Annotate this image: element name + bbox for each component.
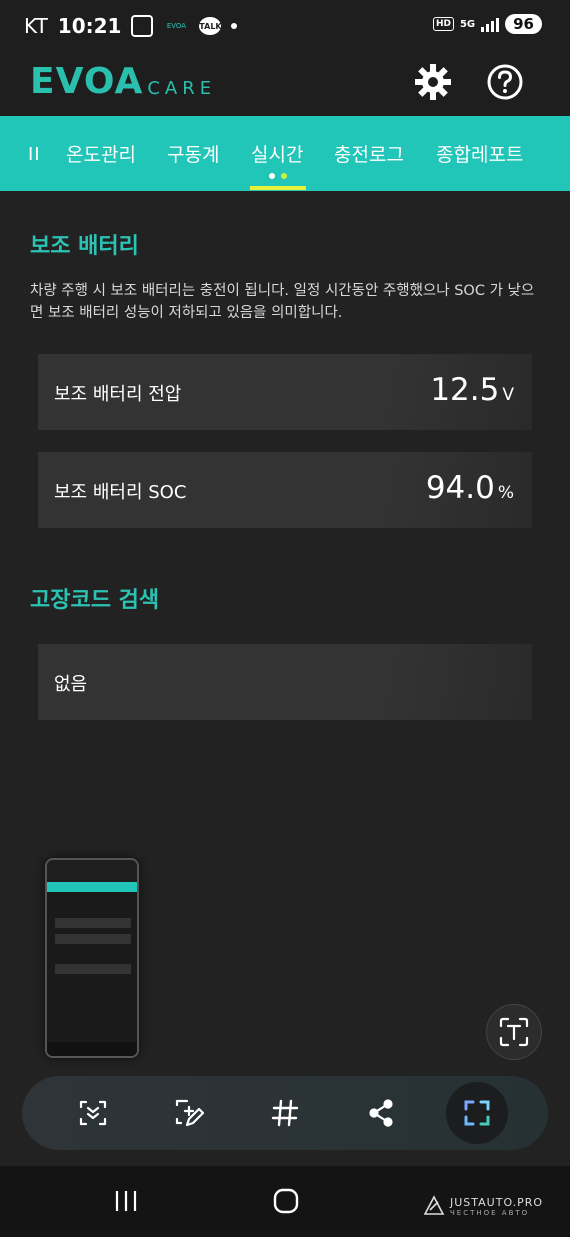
gear-icon	[415, 64, 451, 100]
pager-dot	[281, 173, 287, 179]
fault-code-result: 없음	[54, 674, 88, 695]
tab-realtime[interactable]: 실시간	[251, 140, 303, 167]
voltage-unit: V	[502, 385, 514, 405]
text-extract-button[interactable]	[486, 1004, 542, 1060]
signal-icon	[481, 16, 500, 32]
logo-main-text: EVOA	[30, 61, 144, 102]
active-tab-indicator	[250, 186, 306, 190]
aux-battery-title: 보조 배터리	[30, 234, 139, 259]
tab-bar: II 온도관리 구동계 실시간 충전로그 종합레포트	[0, 116, 570, 191]
evoa-notification-icon: EVOA	[166, 22, 187, 30]
thumb-header	[47, 860, 137, 882]
scroll-capture-button[interactable]	[70, 1090, 116, 1136]
logo-sub-text: CARE	[147, 78, 217, 99]
soc-value-group: 94.0 %	[426, 470, 514, 506]
evoa-care-logo: EVOA CARE	[30, 64, 216, 100]
network-type: 5G	[459, 18, 476, 30]
share-button[interactable]	[358, 1090, 404, 1136]
pager-dot	[269, 173, 275, 179]
app-header: EVOA CARE	[0, 56, 570, 116]
clock: 10:21	[57, 14, 122, 38]
soc-unit: %	[497, 483, 514, 503]
help-icon	[487, 64, 523, 100]
tab-total-report[interactable]: 종합레포트	[436, 140, 523, 167]
draw-icon	[175, 1099, 205, 1127]
tab-drivetrain[interactable]: 구동계	[167, 140, 219, 167]
notification-dot-icon	[231, 23, 238, 29]
thumb-tabbar	[47, 882, 137, 892]
home-icon	[273, 1188, 299, 1214]
recent-apps-icon	[115, 1191, 137, 1211]
status-left: KT 10:21 EVOA TALK	[24, 14, 238, 38]
status-bar: KT 10:21 EVOA TALK HD 5G 96	[0, 0, 570, 56]
settings-button[interactable]	[413, 62, 453, 102]
hashtag-button[interactable]	[262, 1090, 308, 1136]
kakaotalk-icon: TALK	[199, 17, 222, 35]
recent-apps-button[interactable]	[106, 1186, 146, 1216]
watermark-sub-text: ЧЕСТНОЕ АВТО	[450, 1208, 530, 1217]
draw-button[interactable]	[166, 1090, 212, 1136]
scroll-capture-icon	[79, 1100, 107, 1126]
fault-code-title: 고장코드 검색	[30, 588, 160, 613]
battery-level: 96	[505, 14, 542, 34]
screenshot-thumbnail[interactable]	[45, 858, 139, 1058]
pager-dots	[269, 173, 287, 179]
text-extract-icon	[499, 1017, 529, 1047]
voltage-value-group: 12.5 V	[430, 372, 514, 408]
hashtag-icon	[271, 1099, 299, 1127]
aux-battery-description: 차량 주행 시 보조 배터리는 충전이 됩니다. 일정 시간동안 주행했으나 S…	[30, 283, 535, 321]
screen-record-icon	[131, 15, 154, 37]
capture-toolbar	[22, 1076, 548, 1150]
thumb-card	[55, 934, 131, 944]
voltage-label: 보조 배터리 전압	[54, 384, 182, 405]
home-button[interactable]	[266, 1186, 306, 1216]
hd-voice-icon: HD	[432, 17, 454, 31]
watermark: JUSTAUTO.PRO ЧЕСТНОЕ АВТО	[422, 1194, 543, 1218]
thumb-card	[55, 964, 131, 974]
thumb-navbar	[47, 1042, 137, 1056]
fault-code-card: 없음	[38, 644, 532, 720]
share-icon	[369, 1099, 393, 1127]
status-right: HD 5G 96	[432, 14, 542, 34]
thumb-card	[55, 918, 131, 928]
carrier-label: KT	[24, 14, 48, 38]
tab-scroll-handle[interactable]: II	[28, 144, 41, 165]
tab-charging-log[interactable]: 충전로그	[334, 140, 404, 167]
crop-icon	[464, 1100, 490, 1126]
aux-battery-soc-card: 보조 배터리 SOC 94.0 %	[38, 452, 532, 528]
soc-label: 보조 배터리 SOC	[54, 482, 187, 503]
watermark-logo-icon	[423, 1195, 445, 1215]
aux-battery-voltage-card: 보조 배터리 전압 12.5 V	[38, 354, 532, 430]
crop-button[interactable]	[446, 1082, 508, 1144]
voltage-value: 12.5	[430, 372, 500, 408]
help-button[interactable]	[485, 62, 525, 102]
soc-value: 94.0	[425, 470, 495, 506]
watermark-main-text: JUSTAUTO.PRO	[450, 1195, 544, 1209]
tab-temperature[interactable]: 온도관리	[66, 140, 136, 167]
